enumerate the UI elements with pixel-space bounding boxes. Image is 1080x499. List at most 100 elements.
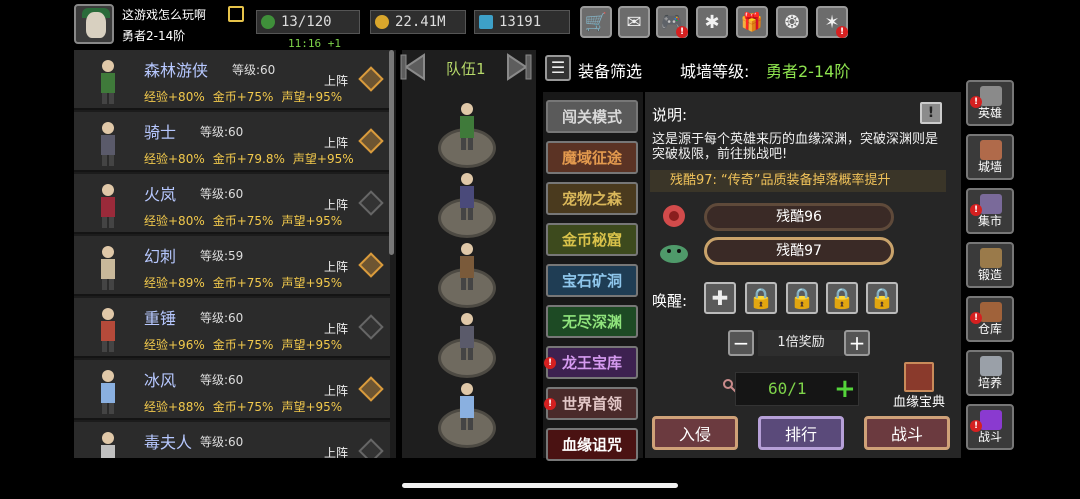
- sidebar-button-4[interactable]: 仓库!: [966, 296, 1014, 342]
- info-icon[interactable]: !: [920, 102, 942, 124]
- sidebar-button-3[interactable]: 锻造: [966, 242, 1014, 288]
- player-avatar[interactable]: [74, 4, 114, 44]
- deploy-toggle-icon[interactable]: [358, 66, 384, 92]
- filter-menu-icon[interactable]: ☰: [545, 55, 571, 81]
- awaken-slot-1-lock-icon: 🔒: [745, 282, 777, 314]
- mode-button[interactable]: 金币秘窟: [546, 223, 638, 256]
- gems-value: 13191: [499, 14, 542, 30]
- awaken-slot-4-lock-icon: 🔒: [866, 282, 898, 314]
- deploy-toggle-icon[interactable]: [358, 128, 384, 154]
- edit-name-icon[interactable]: [228, 6, 244, 22]
- hero-row[interactable]: 冰风 等级:60 经验+88% 金币+75% 声望+95% 上阵: [74, 360, 390, 420]
- mail-icon: ✉: [626, 11, 642, 33]
- add-attempts-button[interactable]: +: [834, 375, 856, 403]
- mail-button[interactable]: ✉: [618, 6, 650, 38]
- home-indicator[interactable]: [402, 483, 678, 488]
- mode-button[interactable]: 世界首领: [546, 387, 638, 420]
- lightning-icon: [261, 15, 275, 29]
- hero-name: 火岚: [144, 185, 177, 204]
- mode-button[interactable]: 无尽深渊: [546, 305, 638, 338]
- deploy-toggle-icon[interactable]: [358, 190, 384, 216]
- mode-button[interactable]: 血缘诅咒: [546, 428, 638, 461]
- hero-gold-bonus: 金币+75%: [212, 400, 274, 414]
- team-next-arrow-icon[interactable]: [504, 52, 534, 82]
- deploy-toggle-icon[interactable]: [358, 376, 384, 402]
- avatar-face: [86, 12, 106, 38]
- gift-icon: 🎁: [740, 11, 764, 33]
- multiplier-value: 1倍奖励: [758, 330, 844, 356]
- sidebar-button-6[interactable]: 战斗!: [966, 404, 1014, 450]
- hero-bonuses: 经验+80% 金币+75% 声望+95%: [144, 88, 350, 105]
- alert-badge-icon: !: [970, 420, 982, 432]
- wall-icon: [980, 140, 1002, 160]
- alert-badge-icon: !: [970, 204, 982, 216]
- hero-level: 等级:60: [200, 187, 244, 201]
- gamepad-button[interactable]: 🎮!: [656, 6, 688, 38]
- team-hero-sprite-icon: [460, 383, 474, 430]
- hero-level: 等级:60: [200, 125, 244, 139]
- deploy-label: 上阵: [324, 322, 349, 336]
- awaken-slot-3-lock-icon: 🔒: [826, 282, 858, 314]
- mode-button[interactable]: 闯关模式: [546, 100, 638, 133]
- awaken-add-slot[interactable]: ✚: [704, 282, 736, 314]
- hero-list[interactable]: 森林游侠 等级:60 经验+80% 金币+75% 声望+95% 上阵 骑士 等级:60 经验+8…: [74, 50, 396, 458]
- sidebar-label: 锻造: [977, 268, 1002, 282]
- hero-sprite-icon: [101, 308, 115, 352]
- mode-button[interactable]: 魔域征途: [546, 141, 638, 174]
- team-hero-sprite-icon: [460, 313, 474, 360]
- settings-gear-button[interactable]: ✱: [696, 6, 728, 38]
- hero-row[interactable]: 幻刺 等级:59 经验+89% 金币+75% 声望+95% 上阵: [74, 236, 390, 296]
- team-prev-arrow-icon[interactable]: [398, 52, 428, 82]
- hero-gold-bonus: 金币+75%: [212, 90, 274, 104]
- sidebar-button-1[interactable]: 城墙: [966, 134, 1014, 180]
- sidebar-button-5[interactable]: 培养: [966, 350, 1014, 396]
- invade-button[interactable]: 入侵: [652, 416, 738, 450]
- deploy-toggle-icon[interactable]: [358, 252, 384, 278]
- hero-row[interactable]: 骑士 等级:60 经验+80% 金币+79.8% 声望+95% 上阵: [74, 112, 390, 172]
- hero-level: 等级:60: [232, 63, 276, 77]
- codex-label[interactable]: 血缘宝典: [893, 391, 945, 410]
- helmet-icon: [980, 86, 1002, 106]
- awaken-slot-2-lock-icon: 🔒: [786, 282, 818, 314]
- shop-cart-button[interactable]: 🛒: [580, 6, 612, 38]
- level-option-97[interactable]: 残酷97: [704, 237, 894, 265]
- color-wheel-button[interactable]: ❂: [776, 6, 808, 38]
- team-hero-sprite-icon: [460, 103, 474, 150]
- battle-button[interactable]: 战斗: [864, 416, 950, 450]
- deploy-toggle-icon[interactable]: [358, 314, 384, 340]
- gift-button[interactable]: 🎁: [736, 6, 768, 38]
- filter-label[interactable]: 装备筛选: [578, 58, 642, 82]
- hero-gold-bonus: 金币+75%: [212, 276, 274, 290]
- hero-list-scrollbar[interactable]: [389, 50, 394, 255]
- codex-book-icon[interactable]: [904, 362, 934, 392]
- deploy-label: 上阵: [324, 260, 349, 274]
- crack-button[interactable]: ✶!: [816, 6, 848, 38]
- alert-badge-icon: !: [836, 26, 848, 38]
- deploy-label: 上阵: [324, 446, 349, 458]
- hero-row[interactable]: 火岚 等级:60 经验+80% 金币+75% 声望+95% 上阵: [74, 174, 390, 234]
- hero-sprite-icon: [101, 246, 115, 290]
- multiplier-increase-button[interactable]: +: [844, 330, 870, 356]
- mode-button[interactable]: 宠物之森: [546, 182, 638, 215]
- sidebar-button-2[interactable]: 集市!: [966, 188, 1014, 234]
- multiplier-decrease-button[interactable]: −: [728, 330, 754, 356]
- mode-button[interactable]: 龙王宝库: [546, 346, 638, 379]
- hero-row[interactable]: 毒夫人 等级:60 上阵: [74, 422, 390, 458]
- hero-gold-bonus: 金币+75%: [212, 214, 274, 228]
- mode-button[interactable]: 宝石矿洞: [546, 264, 638, 297]
- energy-value: 13/120: [281, 14, 332, 30]
- hero-name: 冰风: [144, 371, 177, 390]
- hero-row[interactable]: 重锤 等级:60 经验+96% 金币+75% 声望+95% 上阵: [74, 298, 390, 358]
- sidebar-button-0[interactable]: 英雄!: [966, 80, 1014, 126]
- rank-button[interactable]: 排行: [758, 416, 844, 450]
- hero-sprite-icon: [101, 370, 115, 414]
- hero-fame-bonus: 声望+95%: [281, 276, 343, 290]
- level-option-96[interactable]: 残酷96: [704, 203, 894, 231]
- wall-level-value: 勇者2-14阶: [766, 62, 851, 81]
- hero-row[interactable]: 森林游侠 等级:60 经验+80% 金币+75% 声望+95% 上阵: [74, 50, 390, 110]
- hero-gold-bonus: 金币+79.8%: [212, 152, 285, 166]
- hero-fame-bonus: 声望+95%: [281, 400, 343, 414]
- flower-monster-icon: [663, 205, 685, 227]
- deploy-toggle-icon[interactable]: [358, 438, 384, 458]
- portal-icon: [980, 410, 1002, 430]
